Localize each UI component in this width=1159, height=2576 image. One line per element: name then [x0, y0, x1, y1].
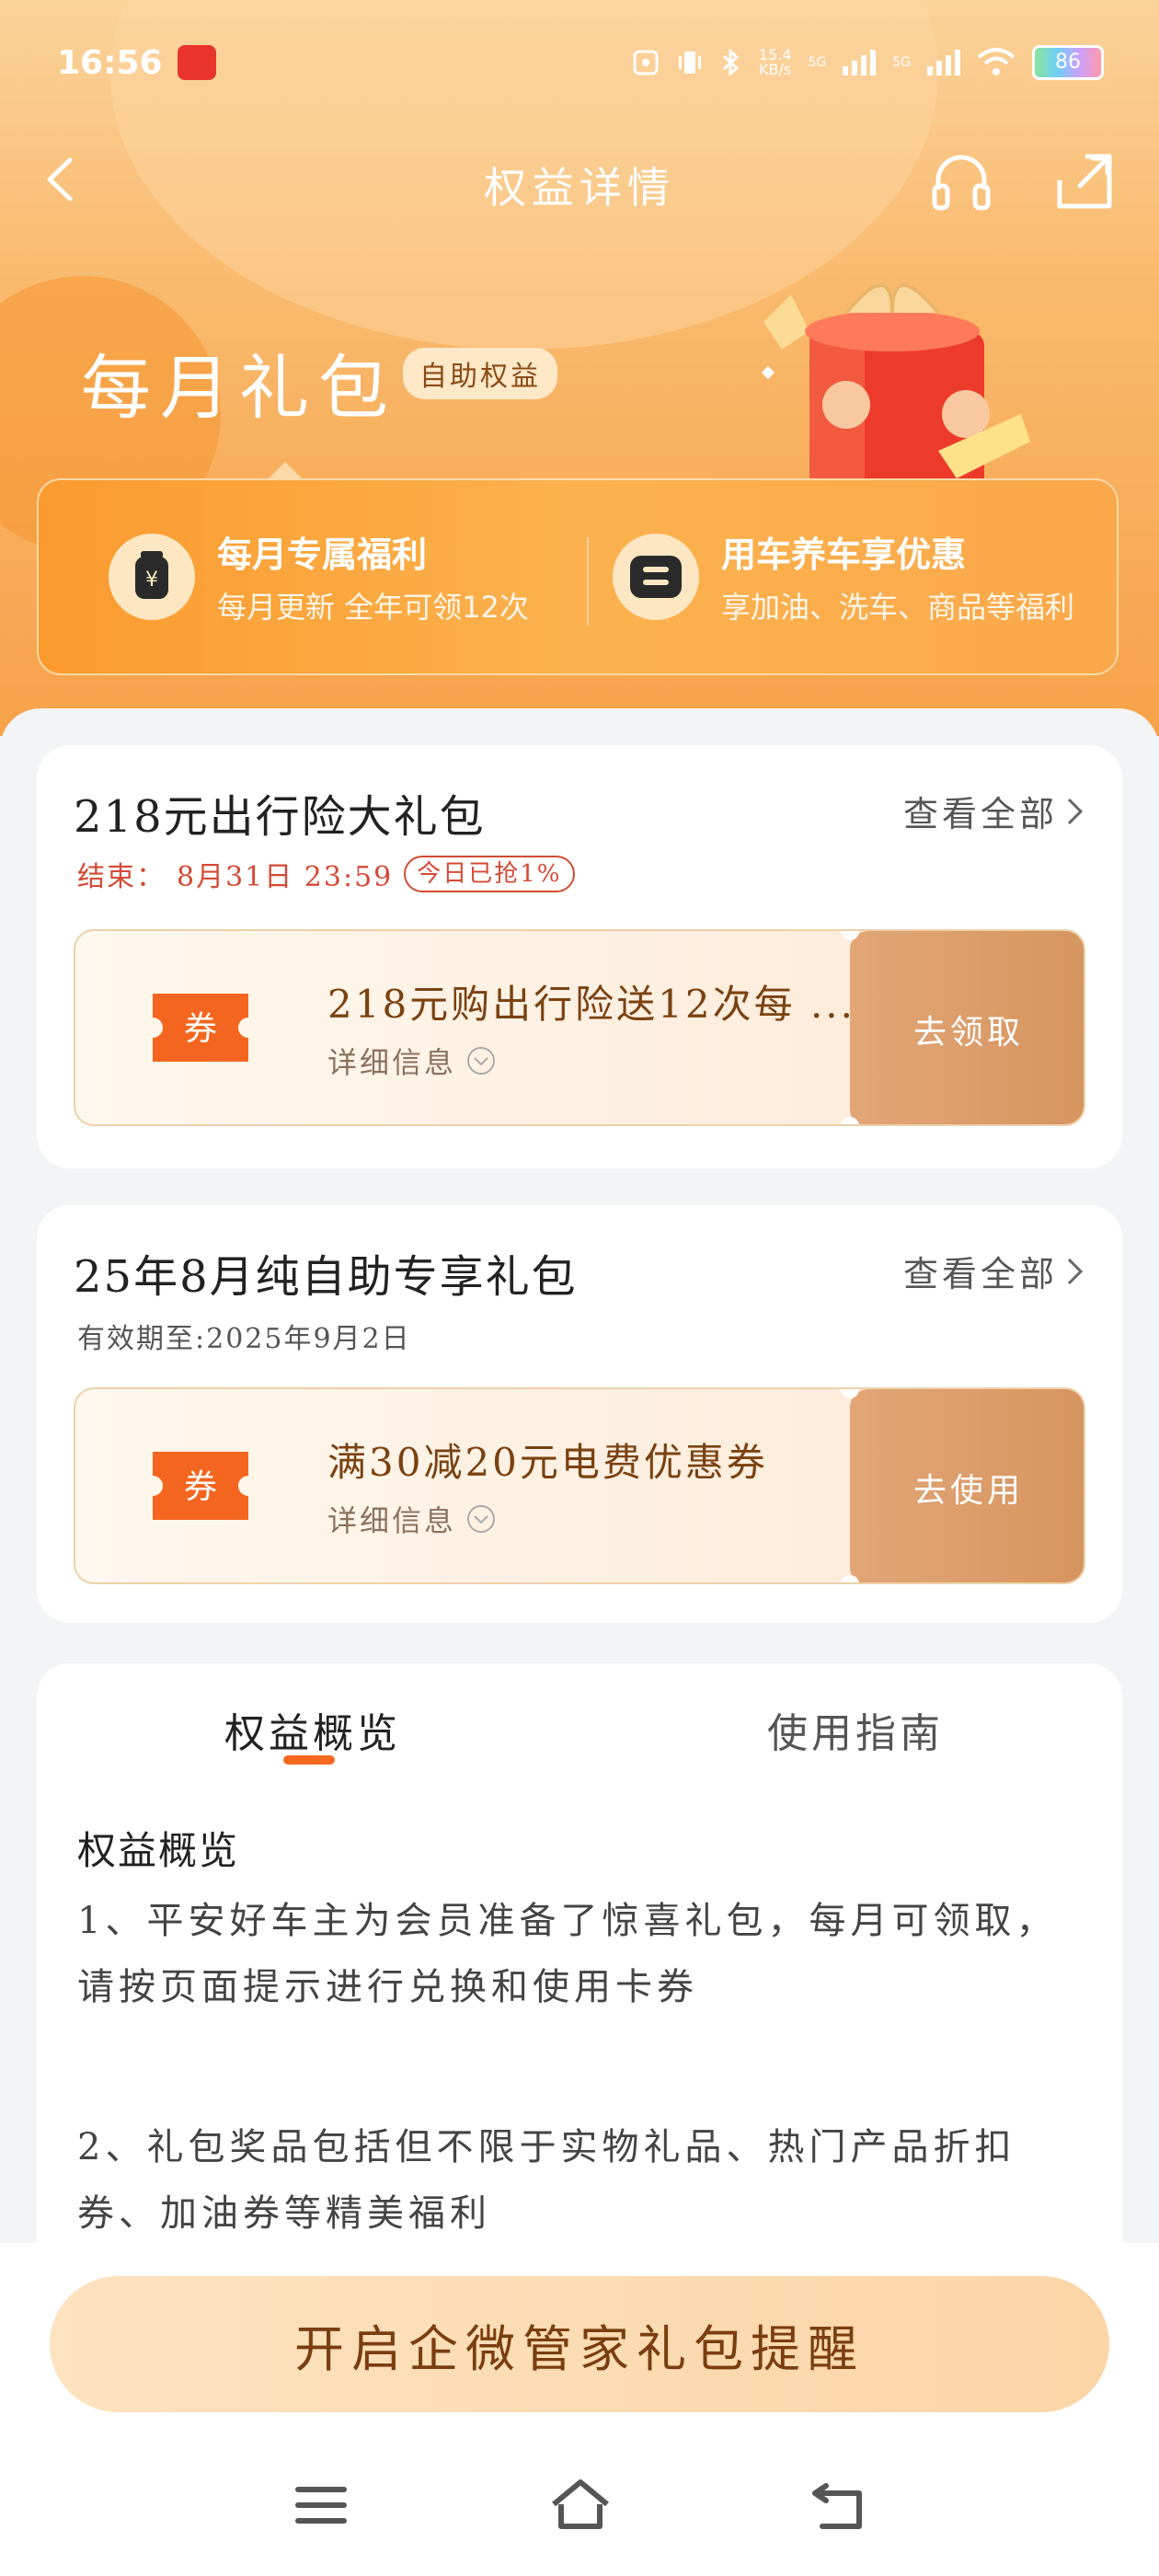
package-tag: 自助权益	[403, 348, 557, 399]
benefit-icon-wrap: ¥	[109, 533, 195, 620]
end-time: 8月31日 23:59	[177, 861, 394, 893]
details-label: 详细信息	[327, 1503, 457, 1538]
overview-heading: 权益概览	[77, 1828, 240, 1873]
signal-icon	[927, 50, 960, 75]
active-tab-indicator	[283, 1755, 335, 1765]
card-title: 25年8月纯自助专享礼包	[74, 1251, 578, 1303]
card-title: 218元出行险大礼包	[74, 791, 486, 843]
signal-label-2: 5G	[892, 55, 911, 70]
end-time-row: 结束： 8月31日 23:59 今日已抢1%	[77, 854, 575, 894]
signal-icon	[843, 50, 877, 75]
package-title: 每月礼包	[81, 347, 397, 429]
tab-overview[interactable]: 权益概览	[224, 1700, 401, 1759]
benefit-desc: 享加油、洗车、商品等福利	[721, 590, 1075, 625]
customer-service-icon[interactable]	[929, 149, 993, 213]
coupon-item[interactable]: 券 满30减20元电费优惠券 详细信息 去使用	[74, 1387, 1085, 1584]
gift-card-travel: 218元出行险大礼包 查看全部 结束： 8月31日 23:59 今日已抢1% 券…	[37, 745, 1122, 1168]
validity-text: 有效期至:2025年9月2日	[77, 1323, 411, 1355]
app-notification-icon	[177, 45, 216, 80]
coupon-item[interactable]: 券 218元购出行险送12次每 ... 详细信息 去领取	[74, 929, 1085, 1126]
claim-button[interactable]: 去领取	[850, 931, 1084, 1124]
see-all-link[interactable]: 查看全部	[903, 1246, 1085, 1296]
info-card: 权益概览 使用指南 权益概览 1、平安好车主为会员准备了惊喜礼包，每月可领取，请…	[37, 1663, 1122, 2307]
vibrate-icon	[678, 52, 701, 74]
status-time: 16:56	[57, 43, 163, 82]
tab-guide[interactable]: 使用指南	[767, 1700, 944, 1759]
coupon-text: 218元购出行险送12次每 ...	[327, 982, 856, 1027]
wifi-icon	[977, 48, 1016, 75]
screen-record-icon	[633, 50, 659, 75]
ticket-icon	[630, 555, 682, 598]
gift-box-icon	[761, 283, 1030, 488]
info-tabs: 权益概览 使用指南	[37, 1700, 1122, 1774]
coupon-details-toggle[interactable]: 详细信息	[327, 1040, 497, 1082]
bottom-bar: 开启企微管家礼包提醒	[0, 2243, 1159, 2576]
coupon-badge-icon: 券	[153, 1452, 248, 1520]
details-label: 详细信息	[327, 1045, 457, 1080]
use-button[interactable]: 去使用	[850, 1389, 1084, 1582]
benefit-title: 每月专属福利	[217, 535, 428, 575]
benefit-desc: 每月更新 全年可领12次	[217, 590, 529, 625]
status-bar: 16:56 15.4 KB/s 5G 5G 86	[57, 37, 1104, 88]
share-icon[interactable]	[1054, 151, 1115, 212]
net-speed: 15.4 KB/s	[758, 46, 792, 78]
see-all-label: 查看全部	[902, 1254, 1058, 1294]
svg-text:券: 券	[184, 1468, 217, 1506]
chevron-right-icon	[1067, 1258, 1084, 1284]
gift-card-selfservice: 25年8月纯自助专享礼包 查看全部 有效期至:2025年9月2日 券 满30减2…	[37, 1205, 1122, 1623]
overview-paragraph: 1、平安好车主为会员准备了惊喜礼包，每月可领取，请按页面提示进行兑换和使用卡券	[77, 1900, 1058, 2008]
battery-icon: 86	[1032, 45, 1104, 80]
coupon-text: 满30减20元电费优惠券	[327, 1440, 768, 1485]
see-all-link[interactable]: 查看全部	[903, 786, 1085, 836]
back-nav-icon[interactable]	[806, 2473, 870, 2537]
benefits-divider	[587, 537, 589, 626]
svg-text:券: 券	[184, 1010, 217, 1048]
coupon-badge-icon: 券	[153, 994, 248, 1062]
bluetooth-icon	[722, 48, 740, 77]
progress-badge: 今日已抢1%	[404, 856, 575, 892]
svg-text:¥: ¥	[145, 569, 158, 592]
menu-icon[interactable]	[289, 2473, 353, 2537]
benefit-icon-wrap	[613, 533, 699, 620]
benefit-title: 用车养车享优惠	[721, 535, 967, 575]
signal-label-1: 5G	[808, 55, 827, 70]
top-bar: 权益详情	[0, 138, 1159, 221]
chevron-down-icon	[467, 1505, 496, 1533]
benefits-panel: ¥ 每月专属福利 每月更新 全年可领12次 用车养车享优惠 享加油、洗车、商品等…	[37, 462, 1119, 675]
home-icon[interactable]	[548, 2473, 613, 2537]
coin-jar-icon: ¥	[135, 550, 168, 599]
reminder-button[interactable]: 开启企微管家礼包提醒	[50, 2276, 1109, 2412]
chevron-right-icon	[1067, 798, 1084, 824]
benefit-monthly: ¥ 每月专属福利 每月更新 全年可领12次	[109, 526, 529, 627]
panel-notch	[267, 462, 304, 480]
benefit-car: 用车养车享优惠 享加油、洗车、商品等福利	[613, 526, 1074, 627]
chevron-down-icon	[467, 1047, 496, 1075]
coupon-details-toggle[interactable]: 详细信息	[327, 1498, 497, 1540]
system-nav-bar	[0, 2473, 1159, 2547]
overview-paragraph: 2、礼包奖品包括但不限于实物礼品、热门产品折扣券、加油券等精美福利	[77, 2126, 1016, 2235]
end-label: 结束：	[77, 861, 166, 893]
see-all-label: 查看全部	[902, 794, 1058, 834]
